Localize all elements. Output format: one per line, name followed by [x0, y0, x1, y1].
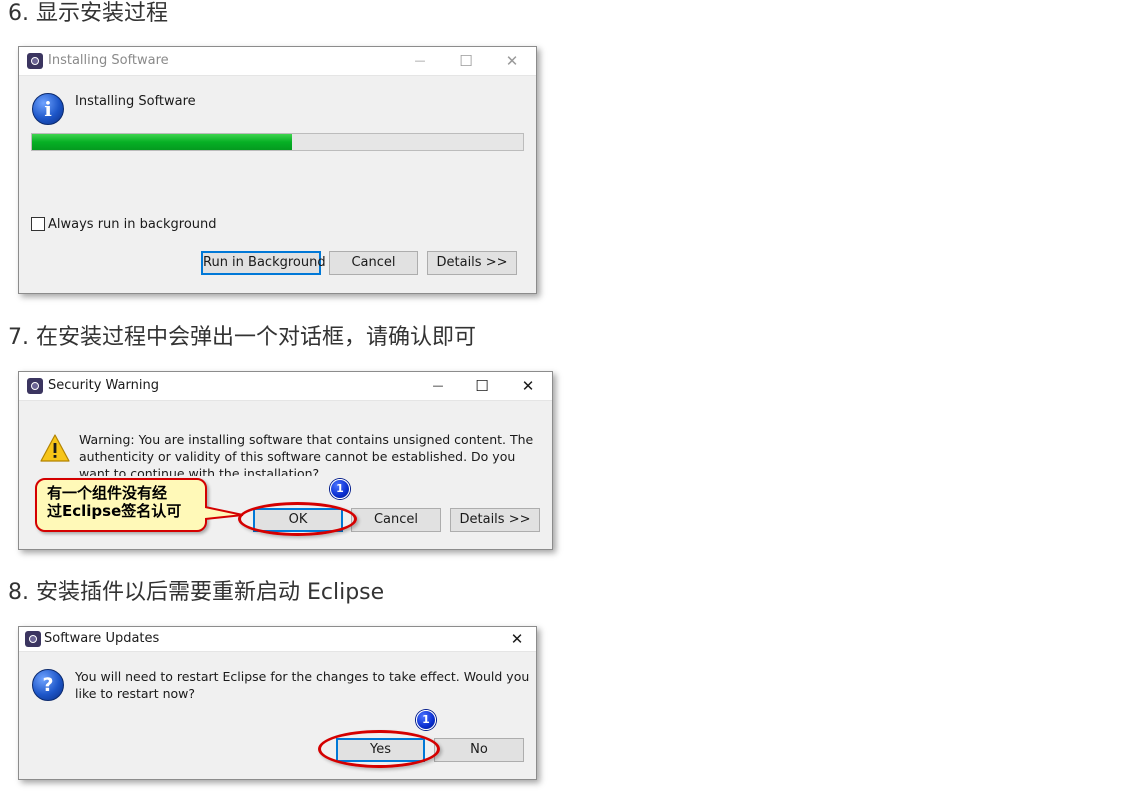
no-button[interactable]: No — [434, 738, 524, 762]
minimize-button[interactable]: — — [415, 372, 461, 400]
details-button[interactable]: Details >> — [450, 508, 540, 532]
step-badge: 1 — [330, 479, 350, 499]
info-icon: i — [32, 93, 64, 125]
title-bar[interactable]: Installing Software — ☐ ✕ — [19, 47, 536, 76]
question-icon: ? — [32, 669, 64, 701]
maximize-button[interactable]: ☐ — [459, 372, 505, 400]
unsigned-component-callout: 有一个组件没有经 过Eclipse签名认可 — [35, 478, 207, 532]
minimize-button[interactable]: — — [397, 47, 443, 75]
step6-heading: 6. 显示安装过程 — [8, 1, 168, 26]
cancel-button[interactable]: Cancel — [351, 508, 441, 532]
eclipse-app-icon — [27, 378, 43, 394]
progress-bar-fill — [32, 134, 293, 150]
details-button[interactable]: Details >> — [427, 251, 517, 275]
step8-heading: 8. 安装插件以后需要重新启动 Eclipse — [8, 580, 385, 605]
title-bar[interactable]: Security Warning — ☐ ✕ — [19, 372, 552, 401]
callout-line-2: 过Eclipse签名认可 — [47, 502, 182, 520]
software-updates-dialog: Software Updates ✕ ? You will need to re… — [18, 626, 537, 780]
progress-bar — [31, 133, 524, 151]
step-badge: 1 — [416, 710, 436, 730]
callout-line-1: 有一个组件没有经 — [47, 484, 168, 502]
installing-software-dialog: Installing Software — ☐ ✕ i Installing S… — [18, 46, 537, 294]
dialog-message: Installing Software — [75, 94, 196, 109]
window-title: Security Warning — [48, 378, 159, 393]
step7-heading: 7. 在安装过程中会弹出一个对话框，请确认即可 — [8, 325, 476, 350]
yes-highlight-ellipse — [318, 730, 440, 768]
title-bar[interactable]: Software Updates ✕ — [19, 627, 536, 652]
maximize-button[interactable]: ☐ — [443, 47, 489, 75]
window-title: Installing Software — [48, 53, 169, 68]
always-run-background-checkbox[interactable]: Always run in background — [31, 215, 217, 233]
dialog-message: You will need to restart Eclipse for the… — [75, 669, 530, 701]
close-button[interactable]: ✕ — [489, 47, 535, 75]
checkbox-box[interactable] — [31, 217, 45, 231]
cancel-button[interactable]: Cancel — [329, 251, 418, 275]
checkbox-label: Always run in background — [48, 216, 217, 232]
run-in-background-button[interactable]: Run in Background — [201, 251, 326, 275]
eclipse-app-icon — [27, 53, 43, 69]
warning-icon — [40, 434, 70, 462]
window-title: Software Updates — [44, 631, 160, 646]
dialog-message: Warning: You are installing software tha… — [79, 432, 534, 476]
close-button[interactable]: ✕ — [497, 627, 537, 651]
close-button[interactable]: ✕ — [505, 372, 551, 400]
eclipse-app-icon — [25, 631, 41, 647]
ok-highlight-ellipse — [238, 502, 357, 536]
